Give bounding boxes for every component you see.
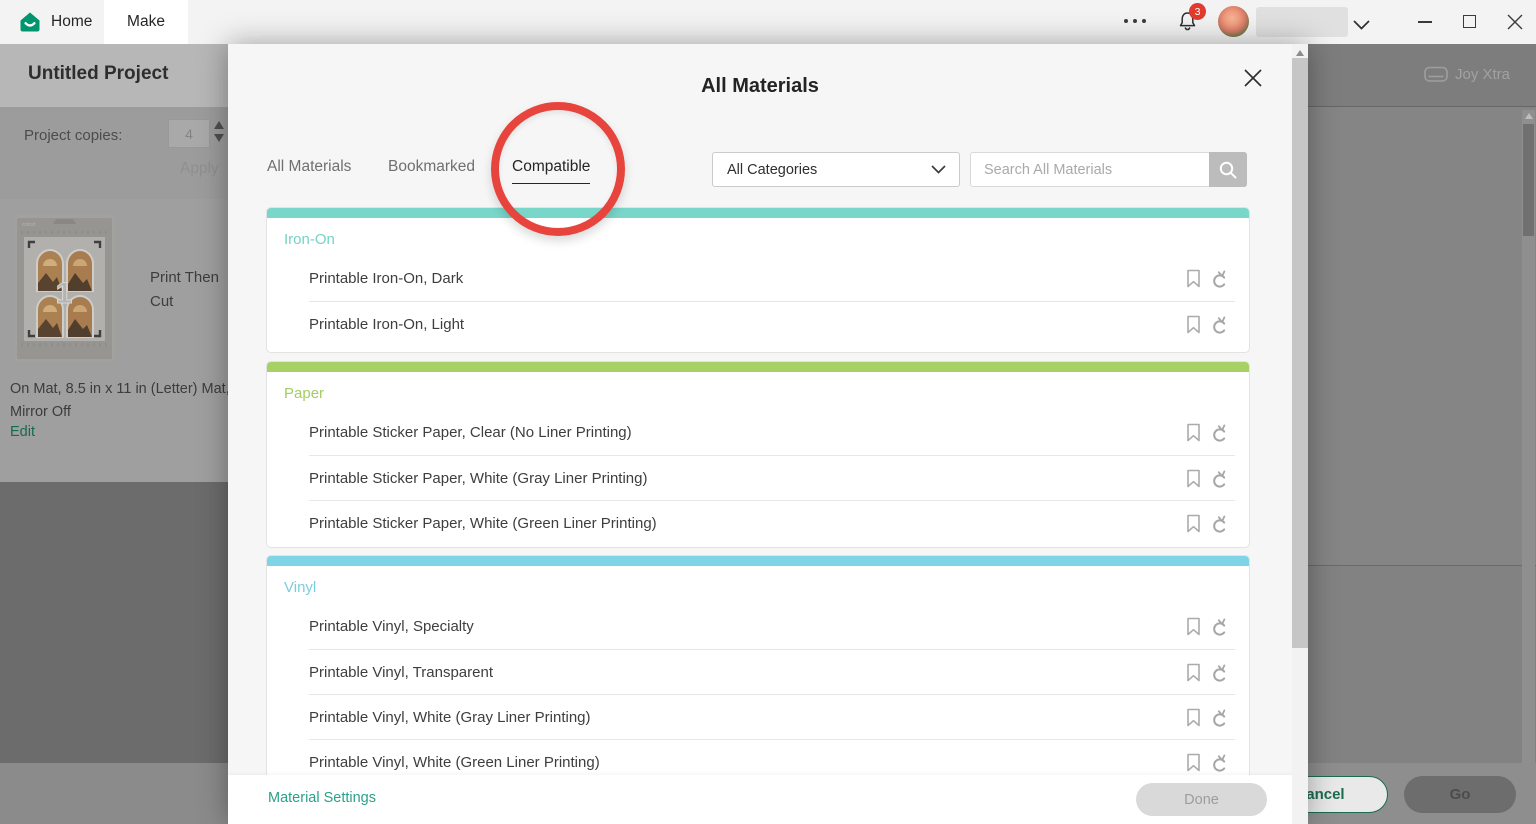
avatar[interactable] xyxy=(1218,6,1249,37)
cricut-compatible-icon xyxy=(1209,662,1229,689)
bookmark-icon[interactable] xyxy=(1185,513,1202,539)
material-row[interactable]: Printable Vinyl, Transparent xyxy=(309,649,1235,694)
mat-summary-line2: Mirror Off xyxy=(10,404,71,420)
scrollbar-thumb[interactable] xyxy=(1292,58,1308,648)
footer-area-dimmed xyxy=(0,763,228,824)
scroll-up-icon[interactable] xyxy=(1296,50,1304,56)
stepper-down-icon[interactable] xyxy=(214,134,224,142)
bookmark-icon[interactable] xyxy=(1185,268,1202,294)
group-accent-strip xyxy=(267,362,1249,372)
copies-input[interactable]: 4 xyxy=(168,119,210,148)
bookmark-icon[interactable] xyxy=(1185,707,1202,733)
copies-stepper[interactable] xyxy=(214,121,224,142)
material-row[interactable]: Printable Iron-On, Light xyxy=(309,301,1235,346)
go-button[interactable]: Go xyxy=(1404,776,1516,813)
window-minimize-button[interactable] xyxy=(1418,21,1432,23)
red-annotation-circle xyxy=(491,102,625,236)
chevron-down-icon xyxy=(931,165,946,174)
stepper-up-icon[interactable] xyxy=(214,121,224,129)
search-icon xyxy=(1218,160,1238,180)
search-button[interactable] xyxy=(1209,152,1247,187)
notification-badge: 3 xyxy=(1189,3,1206,20)
tab-bookmarked[interactable]: Bookmarked xyxy=(388,158,475,183)
home-tab[interactable]: Home xyxy=(18,0,92,44)
material-name: Printable Iron-On, Light xyxy=(309,302,1235,347)
group-title: Paper xyxy=(284,385,1249,402)
material-name: Printable Sticker Paper, Clear (No Liner… xyxy=(309,410,1235,455)
apply-button[interactable]: Apply xyxy=(180,160,219,178)
account-chevron-down-icon[interactable] xyxy=(1353,17,1370,35)
bookmark-icon[interactable] xyxy=(1185,468,1202,494)
bookmark-icon[interactable] xyxy=(1185,422,1202,448)
cricut-compatible-icon xyxy=(1209,468,1229,495)
divider xyxy=(1308,565,1536,566)
material-name: Printable Vinyl, Specialty xyxy=(309,604,1235,649)
group-accent-strip xyxy=(267,556,1249,566)
material-row[interactable]: Printable Vinyl, Specialty xyxy=(309,604,1235,649)
group-title: Vinyl xyxy=(284,579,1249,596)
all-materials-dialog: All Materials All Materials Bookmarked C… xyxy=(228,44,1308,824)
cricut-compatible-icon xyxy=(1209,513,1229,540)
dialog-close-icon[interactable] xyxy=(1243,68,1265,90)
window-close-button[interactable] xyxy=(1507,14,1523,35)
search-field xyxy=(970,152,1247,187)
dialog-footer: Material Settings Done xyxy=(228,775,1292,824)
material-settings-link[interactable]: Material Settings xyxy=(268,790,376,806)
make-tab[interactable]: Make xyxy=(104,0,188,44)
background-scrollbar[interactable] xyxy=(1522,110,1535,763)
right-panel-lower-dimmed xyxy=(1308,565,1536,763)
cricut-compatible-icon xyxy=(1209,422,1229,449)
material-row[interactable]: Printable Sticker Paper, Clear (No Liner… xyxy=(309,410,1235,455)
material-group-paper: Paper Printable Sticker Paper, Clear (No… xyxy=(266,361,1250,548)
mat-summary-line1: On Mat, 8.5 in x 11 in (Letter) Mat, xyxy=(10,381,230,397)
material-row[interactable]: Printable Iron-On, Dark xyxy=(309,256,1235,301)
cricut-compatible-icon xyxy=(1209,707,1229,734)
material-name: Printable Sticker Paper, White (Gray Lin… xyxy=(309,456,1235,501)
material-row[interactable]: Printable Vinyl, White (Gray Liner Print… xyxy=(309,694,1235,739)
divider xyxy=(1308,106,1536,107)
cut-type-label: Print Then Cut xyxy=(150,266,232,314)
material-group-iron-on: Iron-On Printable Iron-On, Dark Printabl… xyxy=(266,207,1250,353)
dialog-title: All Materials xyxy=(228,75,1292,98)
category-dropdown[interactable]: All Categories xyxy=(712,152,960,187)
scroll-up-icon[interactable] xyxy=(1525,113,1533,119)
search-input[interactable] xyxy=(971,153,1208,186)
cricut-compatible-icon xyxy=(1209,616,1229,643)
home-label: Home xyxy=(51,13,92,31)
material-row[interactable]: Printable Sticker Paper, White (Green Li… xyxy=(309,500,1235,545)
canvas-area-dimmed xyxy=(0,482,228,763)
project-title: Untitled Project xyxy=(28,63,168,85)
bookmark-icon[interactable] xyxy=(1185,314,1202,340)
machine-label: Joy Xtra xyxy=(1455,66,1510,83)
cricut-compatible-icon xyxy=(1209,314,1229,341)
material-name: Printable Vinyl, White (Gray Liner Print… xyxy=(309,695,1235,740)
edit-link[interactable]: Edit xyxy=(10,424,35,440)
machine-selector[interactable]: Joy Xtra xyxy=(1424,66,1510,83)
cricut-compatible-icon xyxy=(1209,268,1229,295)
tab-all-materials[interactable]: All Materials xyxy=(267,158,351,183)
titlebar: Home Make 3 xyxy=(0,0,1536,44)
cricut-logo-icon xyxy=(18,10,42,34)
material-name: Printable Iron-On, Dark xyxy=(309,256,1235,301)
bookmark-icon[interactable] xyxy=(1185,662,1202,688)
category-dropdown-value: All Categories xyxy=(727,162,931,178)
machine-icon xyxy=(1424,66,1448,83)
mat-preview-thumbnail[interactable]: cricut 1 xyxy=(14,215,115,362)
svg-text:cricut: cricut xyxy=(22,222,36,228)
window-maximize-button[interactable] xyxy=(1463,15,1476,28)
right-panel-dimmed xyxy=(1308,107,1536,565)
bookmark-icon[interactable] xyxy=(1185,616,1202,642)
mat-number: 1 xyxy=(56,277,73,310)
material-name: Printable Vinyl, Transparent xyxy=(309,650,1235,695)
group-accent-strip xyxy=(267,208,1249,218)
material-row[interactable]: Printable Sticker Paper, White (Gray Lin… xyxy=(309,455,1235,500)
group-title: Iron-On xyxy=(284,231,1249,248)
project-copies-label: Project copies: xyxy=(24,127,122,144)
account-name-redacted xyxy=(1256,7,1348,37)
material-name: Printable Sticker Paper, White (Green Li… xyxy=(309,501,1235,546)
more-menu-button[interactable] xyxy=(1124,19,1146,23)
done-button[interactable]: Done xyxy=(1136,783,1267,816)
dialog-scrollbar[interactable] xyxy=(1292,44,1308,824)
scrollbar-thumb[interactable] xyxy=(1523,124,1534,236)
